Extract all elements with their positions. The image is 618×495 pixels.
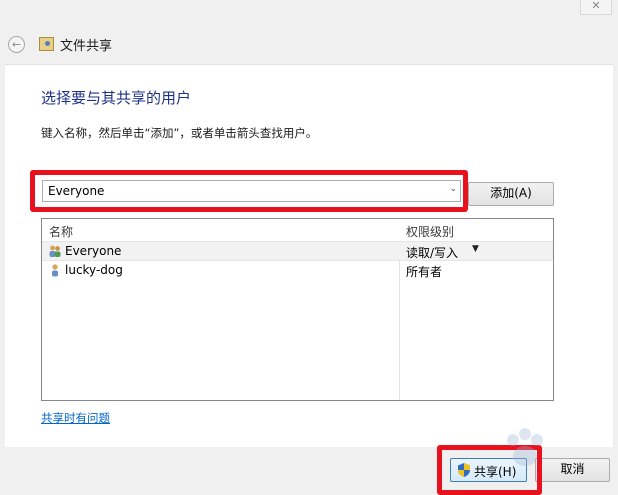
list-header: 名称 权限级别: [42, 219, 553, 242]
add-button[interactable]: 添加(A): [468, 182, 554, 206]
list-item-lucky-dog[interactable]: lucky-dog 所有者: [42, 261, 553, 281]
footer-bar: 共享(H) 取消: [0, 447, 618, 492]
instructions-text: 键入名称，然后单击“添加”，或者单击箭头查找用户。: [41, 126, 318, 140]
app-title: 文件共享: [60, 39, 113, 54]
window-close-button[interactable]: ✕: [580, 0, 612, 15]
permission-level-text: 所有者: [406, 265, 443, 279]
window-titlebar: ✕: [0, 0, 618, 22]
list-item-user-name: Everyone: [65, 244, 122, 258]
cancel-button[interactable]: 取消: [535, 458, 610, 482]
list-item-user-name: lucky-dog: [65, 263, 123, 277]
content-panel: 选择要与其共享的用户 键入名称，然后单击“添加”，或者单击箭头查找用户。 Eve…: [5, 64, 613, 448]
page-heading: 选择要与其共享的用户: [41, 89, 192, 107]
user-name-value: Everyone: [48, 184, 105, 198]
users-share-icon: [39, 37, 54, 51]
user-name-combobox[interactable]: Everyone ⌄: [42, 180, 461, 202]
dropdown-arrow-icon[interactable]: ▼: [472, 244, 479, 254]
header-bar: ← 文件共享: [0, 22, 618, 64]
permission-level-select[interactable]: 读取/写入: [406, 244, 458, 261]
sharing-help-link[interactable]: 共享时有问题: [41, 410, 110, 426]
column-header-name[interactable]: 名称: [49, 223, 73, 240]
share-button-label: 共享(H): [474, 465, 517, 479]
share-button[interactable]: 共享(H): [450, 458, 527, 482]
uac-shield-icon: [458, 463, 470, 477]
column-header-permission[interactable]: 权限级别: [406, 223, 454, 240]
list-item-everyone[interactable]: Everyone 读取/写入 ▼: [42, 241, 553, 261]
back-arrow-icon[interactable]: ←: [8, 36, 25, 53]
group-users-icon: [49, 245, 61, 257]
user-permissions-list[interactable]: 名称 权限级别 Everyone 读取/写入 ▼ lucky-dog 所有者: [41, 218, 554, 401]
user-icon: [52, 264, 58, 277]
chevron-down-icon[interactable]: ⌄: [449, 184, 457, 194]
